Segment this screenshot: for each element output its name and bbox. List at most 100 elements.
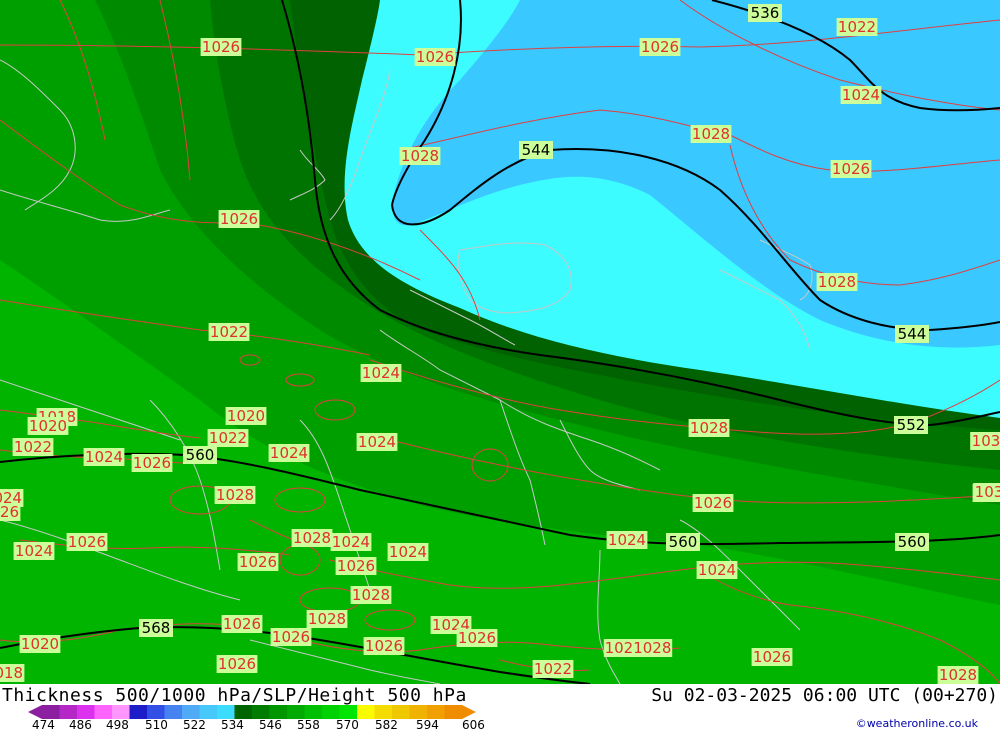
pressure-label: 1026 xyxy=(458,629,496,647)
scale-swatch xyxy=(409,705,428,719)
pressure-label: 1022 xyxy=(14,438,52,456)
height-label: 560 xyxy=(186,446,215,464)
weather-map-root: 536 544 544 552 560 560 560 568 1026 1026… xyxy=(0,0,1000,733)
height-label: 544 xyxy=(522,141,551,159)
pressure-label: 103 xyxy=(972,432,1000,450)
pressure-label: 1022 xyxy=(534,660,572,678)
color-scale-ticks: 474 486 498 510 522 534 546 558 570 582 594 606 xyxy=(0,718,520,732)
map-footer: Thickness 500/1000 hPa/SLP/Height 500 hP… xyxy=(0,684,1000,733)
scale-tick-label: 522 xyxy=(183,718,206,732)
pressure-label: 1026 xyxy=(365,637,403,655)
pressure-label: 1028 xyxy=(293,529,331,547)
scale-arrow-right xyxy=(462,705,476,719)
pressure-label: 1026 xyxy=(0,503,19,521)
pressure-label: 1028 xyxy=(939,666,977,684)
scale-swatch xyxy=(287,705,305,719)
pressure-label: 1026 xyxy=(239,553,277,571)
scale-swatch xyxy=(252,705,270,719)
pressure-label: 1028 xyxy=(692,125,730,143)
pressure-label: 1026 xyxy=(337,557,375,575)
pressure-label: 1026 xyxy=(68,533,106,551)
pressure-label: 1020 xyxy=(21,635,59,653)
pressure-label: 1022 xyxy=(838,18,876,36)
pressure-label: 1026 xyxy=(202,38,240,56)
pressure-label: 1026 xyxy=(272,628,310,646)
pressure-label: 1020 xyxy=(227,407,265,425)
pressure-label: 1028 xyxy=(216,486,254,504)
scale-swatch xyxy=(234,705,253,719)
pressure-label: 103 xyxy=(975,483,1000,501)
scale-tick-label: 498 xyxy=(106,718,129,732)
scale-tick-label: 582 xyxy=(375,718,398,732)
scale-swatch xyxy=(427,705,445,719)
height-label: 536 xyxy=(751,4,780,22)
scale-swatch xyxy=(112,705,130,719)
pressure-label: 1028 xyxy=(690,419,728,437)
pressure-label: 1024 xyxy=(85,448,123,466)
pressure-label: 1021028 xyxy=(605,639,672,657)
height-label: 544 xyxy=(898,325,927,343)
pressure-label: 1024 xyxy=(270,444,308,462)
scale-arrow-left xyxy=(28,705,42,719)
scale-swatch xyxy=(164,705,183,719)
scale-swatch xyxy=(77,705,95,719)
map-title: Thickness 500/1000 hPa/SLP/Height 500 hP… xyxy=(2,685,467,706)
height-label: 568 xyxy=(142,619,171,637)
pressure-label: 1028 xyxy=(352,586,390,604)
scale-tick-label: 474 xyxy=(32,718,55,732)
scale-swatch xyxy=(42,705,60,719)
scale-tick-label: 510 xyxy=(145,718,168,732)
pressure-label: 1026 xyxy=(641,38,679,56)
scale-tick-label: 570 xyxy=(336,718,359,732)
scale-swatch xyxy=(129,705,148,719)
pressure-label: 1026 xyxy=(753,648,791,666)
pressure-label: 1026 xyxy=(832,160,870,178)
scale-swatch xyxy=(269,705,288,719)
scale-swatch xyxy=(199,705,218,719)
pressure-label: 1024 xyxy=(389,543,427,561)
pressure-label: 1024 xyxy=(15,542,53,560)
height-label: 560 xyxy=(669,533,698,551)
scale-swatch xyxy=(392,705,410,719)
height-label: 560 xyxy=(898,533,927,551)
scale-swatch xyxy=(339,705,358,719)
map-datetime: Su 02-03-2025 06:00 UTC (00+270) xyxy=(651,685,998,706)
scale-swatch xyxy=(182,705,200,719)
pressure-label: 1020 xyxy=(29,417,67,435)
scale-tick-label: 606 xyxy=(462,718,485,732)
pressure-label: 1026 xyxy=(223,615,261,633)
scale-swatch xyxy=(304,705,323,719)
scale-swatch xyxy=(357,705,375,719)
scale-swatch xyxy=(444,705,463,719)
pressure-label: 1026 xyxy=(218,655,256,673)
pressure-label: 1024 xyxy=(358,433,396,451)
scale-swatch xyxy=(217,705,235,719)
pressure-label: 1026 xyxy=(133,454,171,472)
pressure-label: 1024 xyxy=(362,364,400,382)
pressure-label: 1028 xyxy=(308,610,346,628)
color-scale-bar xyxy=(28,705,476,719)
scale-tick-label: 558 xyxy=(297,718,320,732)
pressure-label: 1028 xyxy=(818,273,856,291)
thickness-map: 536 544 544 552 560 560 560 568 1026 1026… xyxy=(0,0,1000,684)
site-credit: ©weatheronline.co.uk xyxy=(855,717,978,730)
height-label: 552 xyxy=(897,416,926,434)
pressure-label: 1018 xyxy=(0,664,23,682)
pressure-label: 1022 xyxy=(210,323,248,341)
pressure-label: 1024 xyxy=(842,86,880,104)
scale-tick-label: 546 xyxy=(259,718,282,732)
pressure-label: 1022 xyxy=(209,429,247,447)
pressure-label: 1026 xyxy=(220,210,258,228)
pressure-label: 1024 xyxy=(332,533,370,551)
scale-swatch xyxy=(374,705,393,719)
scale-swatch xyxy=(94,705,113,719)
pressure-label: 1026 xyxy=(694,494,732,512)
pressure-label: 1024 xyxy=(698,561,736,579)
scale-tick-label: 486 xyxy=(69,718,92,732)
scale-tick-label: 594 xyxy=(416,718,439,732)
scale-swatch xyxy=(322,705,340,719)
scale-swatch xyxy=(59,705,78,719)
scale-swatch xyxy=(147,705,165,719)
pressure-label: 1024 xyxy=(608,531,646,549)
scale-tick-label: 534 xyxy=(221,718,244,732)
